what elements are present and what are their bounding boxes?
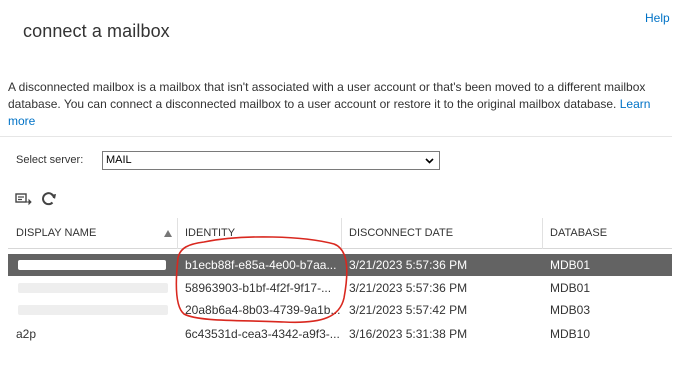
cell-display-name xyxy=(16,277,176,299)
cell-disconnect-date: 3/21/2023 5:57:42 PM xyxy=(349,303,468,317)
refresh-button[interactable] xyxy=(40,190,58,208)
column-separator xyxy=(177,218,178,249)
dialog-title: connect a mailbox xyxy=(23,21,170,41)
cell-display-name xyxy=(16,254,176,276)
col-header-disconnect-date[interactable]: DISCONNECT DATE xyxy=(349,218,529,248)
col-header-identity[interactable]: IDENTITY xyxy=(185,218,335,248)
help-link[interactable]: Help xyxy=(645,11,670,25)
refresh-icon xyxy=(42,192,56,206)
description-text: A disconnected mailbox is a mailbox that… xyxy=(8,80,646,111)
redacted-name xyxy=(18,305,168,315)
cell-database: MDB01 xyxy=(550,258,591,272)
server-select[interactable]: MAIL xyxy=(102,151,440,170)
chevron-down-icon xyxy=(425,158,434,164)
cell-display-name xyxy=(16,299,176,321)
table-row[interactable]: a2p 6c43531d-cea3-4342-a9f3-... 3/16/202… xyxy=(8,323,673,345)
dialog-description: A disconnected mailbox is a mailbox that… xyxy=(8,79,658,130)
server-selected-value: MAIL xyxy=(106,154,132,166)
cell-identity: 58963903-b1bf-4f2f-9f17-... xyxy=(185,281,332,295)
col-header-display-name[interactable]: DISPLAY NAME xyxy=(16,218,166,248)
redacted-name xyxy=(18,283,168,293)
cell-identity: 20a8b6a4-8b03-4739-9a1b... xyxy=(185,303,341,317)
table-row[interactable]: b1ecb88f-e85a-4e00-b7aa... 3/21/2023 5:5… xyxy=(8,254,673,276)
dialog-header: connect a mailbox Help xyxy=(0,0,681,62)
cell-database: MDB10 xyxy=(550,327,591,341)
cell-identity: b1ecb88f-e85a-4e00-b7aa... xyxy=(185,258,337,272)
right-margin xyxy=(672,0,681,378)
table-row[interactable]: 58963903-b1bf-4f2f-9f17-... 3/21/2023 5:… xyxy=(8,277,673,299)
table-header-row: DISPLAY NAME IDENTITY DISCONNECT DATE DA… xyxy=(8,218,673,249)
cell-disconnect-date: 3/21/2023 5:57:36 PM xyxy=(349,258,468,272)
cell-disconnect-date: 3/16/2023 5:31:38 PM xyxy=(349,327,468,341)
col-header-database[interactable]: DATABASE xyxy=(550,218,660,248)
column-separator xyxy=(542,218,543,249)
table-row[interactable]: 20a8b6a4-8b03-4739-9a1b... 3/21/2023 5:5… xyxy=(8,299,673,321)
sort-ascending-icon xyxy=(164,230,172,237)
divider xyxy=(0,136,672,137)
column-separator xyxy=(341,218,342,249)
cell-display-name: a2p xyxy=(16,327,37,341)
mailbox-table: DISPLAY NAME IDENTITY DISCONNECT DATE DA… xyxy=(8,218,673,378)
cell-database: MDB03 xyxy=(550,303,591,317)
cell-identity: 6c43531d-cea3-4342-a9f3-... xyxy=(185,327,340,341)
cell-disconnect-date: 3/21/2023 5:57:36 PM xyxy=(349,281,468,295)
connect-mailbox-button[interactable] xyxy=(14,190,32,208)
cell-database: MDB01 xyxy=(550,281,591,295)
connect-mailbox-icon xyxy=(15,193,32,206)
redacted-name xyxy=(18,260,166,270)
select-server-label: Select server: xyxy=(16,154,84,166)
